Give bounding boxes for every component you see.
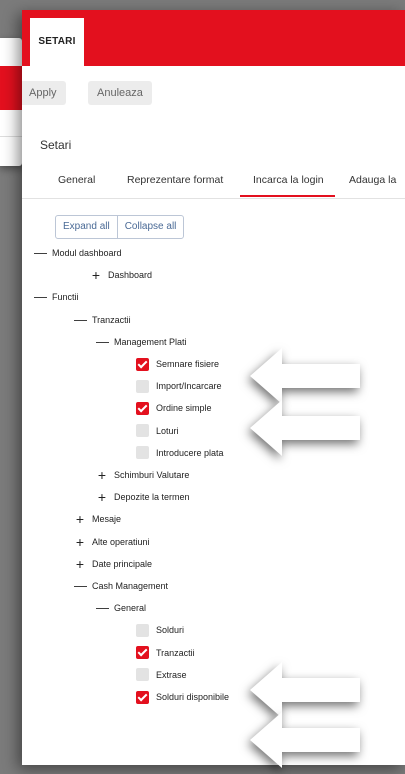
plus-icon[interactable]: + [90,268,102,282]
plus-icon[interactable]: + [96,468,108,482]
tree-item-label: Date principale [92,558,153,569]
plus-icon[interactable]: + [74,535,86,549]
dropdown-divider [0,136,22,137]
tree-item-label: Tranzactii [92,314,131,325]
tree-node[interactable]: — General [96,600,146,616]
checkbox-unchecked[interactable] [136,623,149,637]
tree-item-label: Schimburi Valutare [114,470,190,480]
tree-item-label: Semnare fisiere [156,359,220,369]
tree-item-label: Functii [52,292,79,303]
tree-item-label: Loturi [156,425,179,436]
collapse-all-button[interactable]: Collapse all [116,216,184,238]
checkbox-checked[interactable] [136,690,149,704]
tab-general[interactable]: General [58,174,95,186]
tree-item-label: Alte operatiuni [92,536,150,547]
tree-item-label: Solduri [156,625,185,636]
tab-incarca-la-login[interactable]: Incarca la login [253,174,324,186]
tree-node[interactable]: — Functii [34,289,79,305]
tree-checkbox-item[interactable]: Introducere plata [136,445,224,461]
tree-checkbox-item[interactable]: Extrase [136,667,187,683]
tree-checkbox-item[interactable]: Import/Incarcare [136,378,222,394]
tree-item-label: Introducere plata [156,447,224,458]
tree-item-label: Solduri disponibile [156,692,230,702]
tree-item-label: Import/Incarcare [156,381,222,392]
tree-node[interactable]: + Date principale [74,556,152,572]
tree-item-label: Management Plati [114,336,187,347]
top-bar: SETARI [22,10,405,66]
minus-icon[interactable]: — [96,334,109,349]
checkbox-unchecked[interactable] [136,424,149,438]
checkbox-unchecked[interactable] [136,668,149,682]
tree-item-label: Extrase [156,669,187,680]
minus-icon[interactable]: — [96,601,109,615]
tab-setari[interactable]: SETARI [30,18,84,66]
tree-checkbox-item[interactable]: Tranzactii [136,645,195,661]
plus-icon[interactable]: + [74,512,86,526]
tree-node[interactable]: + Dashboard [90,267,152,283]
tree-checkbox-item[interactable]: Loturi [136,423,179,439]
minus-icon[interactable]: — [74,312,87,327]
cancel-button[interactable]: Anuleaza [88,81,152,105]
arrow-pointer-icon [250,662,360,718]
tree-checkbox-item[interactable]: Semnare fisiere [136,356,219,372]
tree-item-label: Ordine simple [156,403,212,414]
toolbar: Apply Anuleaza [22,66,405,115]
tree-item-label: Depozite la termen [114,492,190,503]
arrow-pointer-icon [250,712,360,768]
arrow-pointer-icon [250,400,360,456]
tree-node[interactable]: + Schimburi Valutare [96,467,189,483]
tree-node[interactable]: + Mesaje [74,511,121,527]
checkbox-checked[interactable] [136,401,149,415]
tree-item-label: Dashboard [108,270,153,281]
dropdown-fragment [0,38,22,166]
plus-icon[interactable]: + [74,557,86,571]
expand-all-button[interactable]: Expand all [56,216,117,238]
checkbox-unchecked[interactable] [136,379,149,393]
page-title: Setari [40,138,72,152]
tree-node[interactable]: + Depozite la termen [96,489,190,505]
tree-item-label: Tranzactii [156,647,195,658]
tree-item-label: Cash Management [92,581,169,591]
expand-collapse-group: Expand all Collapse all [55,215,185,239]
tree-checkbox-item[interactable]: Solduri disponibile [136,689,229,705]
minus-icon[interactable]: — [34,290,47,304]
checkbox-unchecked[interactable] [136,446,149,460]
tab-adauga-la[interactable]: Adauga la [349,174,396,186]
tree-item-label: Mesaje [92,514,122,525]
tree-checkbox-item[interactable]: Solduri [136,622,184,638]
tree-item-label: General [114,603,147,614]
dropdown-selected-item[interactable] [0,66,22,110]
active-tab-indicator [240,195,335,197]
tree-node[interactable]: — Cash Management [74,578,168,594]
settings-tabs: General Reprezentare format Incarca la l… [22,166,405,199]
plus-icon[interactable]: + [96,490,108,504]
checkbox-checked[interactable] [136,646,149,660]
minus-icon[interactable]: — [74,579,87,593]
apply-button[interactable]: Apply [22,81,66,105]
arrow-pointer-icon [250,348,360,404]
tab-reprezentare-format[interactable]: Reprezentare format [127,174,223,186]
tree-item-label: Modul dashboard [52,248,122,258]
tree-node[interactable]: — Management Plati [96,334,187,350]
tree-checkbox-item[interactable]: Ordine simple [136,400,212,416]
tree-node[interactable]: — Modul dashboard [34,245,122,261]
tree-node[interactable]: — Tranzactii [74,312,131,328]
checkbox-checked[interactable] [136,357,149,371]
minus-icon[interactable]: — [34,246,47,260]
tree-node[interactable]: + Alte operatiuni [74,534,150,550]
